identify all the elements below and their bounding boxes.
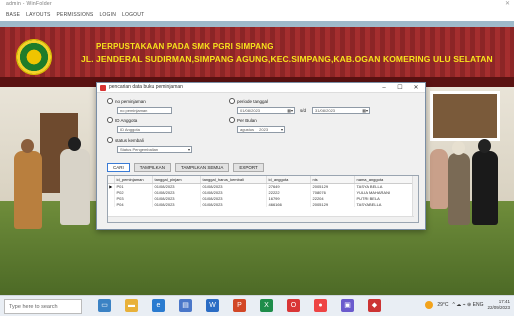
radio-id-anggota[interactable]: ID Anggota [107,117,137,123]
host-menu-base[interactable]: BASE [6,10,20,21]
radio-icon[interactable] [107,137,113,143]
weather-text[interactable]: 29°C [437,302,448,308]
radio-icon[interactable] [107,98,113,104]
column-header[interactable]: nama_anggota [354,176,413,184]
dialog-title-bar[interactable]: pencarian data buku peminjaman – ☐ ✕ [97,83,425,93]
word-icon[interactable]: W [206,299,219,312]
date-separator: s/d [300,108,307,113]
person-figure [472,151,498,225]
host-title-bar: admin - WinFolder ✕ [0,0,514,10]
table-cell[interactable]: P04 [114,201,153,207]
select-value: Status Pengembalian [120,147,159,152]
radio-periode-tanggal[interactable]: periode tanggal [229,98,268,104]
powerpoint-icon[interactable]: P [233,299,246,312]
person-figure [60,149,90,225]
chrome-icon[interactable]: ● [314,299,327,312]
host-menu-layouts[interactable]: LAYOUTS [26,10,50,21]
opera-icon[interactable]: O [287,299,300,312]
calendar-icon: ▦▾ [362,108,368,113]
radio-per-bulan[interactable]: Per Bulan [229,117,257,123]
table-cell[interactable]: 466166 [266,201,311,207]
table-cell[interactable]: 01/08/2023 [152,201,201,207]
radio-label: periode tanggal [237,98,269,104]
month-select[interactable]: agustus 2023 ▾ [237,126,285,133]
host-title: admin - WinFolder [6,1,52,7]
app-icon[interactable]: ▣ [341,299,354,312]
search-dialog: pencarian data buku peminjaman – ☐ ✕ no … [96,82,426,230]
system-tray: 29°C ^ ☁ ⌁ ⊕ ENG 17:41 22/09/2023 [425,299,510,311]
table-cell[interactable]: 2005129 [310,201,355,207]
clock[interactable]: 17:41 22/09/2023 [487,299,510,311]
column-header[interactable]: tanggal_harus_kembali [200,176,267,184]
grid-header-row: id_peminjaman tanggal_pinjam tanggal_har… [108,176,413,184]
radio-no-peminjaman[interactable]: no peminjaman [107,98,146,104]
date-from-picker[interactable]: 01/08/2023 ▦▾ [237,107,295,114]
folder-icon[interactable]: ▬ [125,299,138,312]
host-menu-permissions[interactable]: PERMISSIONS [57,10,94,21]
chevron-down-icon: ▾ [280,127,283,132]
minimize-button[interactable]: – [377,83,391,93]
host-menu-login[interactable]: LOGIN [99,10,116,21]
host-menu-bar: BASE LAYOUTS PERMISSIONS LOGIN LOGOUT [0,10,514,21]
radio-label: Per Bulan [237,117,257,123]
radio-icon[interactable] [107,117,113,123]
column-header[interactable]: id_peminjaman [114,176,153,184]
clock-date: 22/09/2023 [487,305,510,310]
app-icon[interactable]: ◆ [368,299,381,312]
column-header[interactable]: tanggal_pinjam [152,176,201,184]
status-kembali-select[interactable]: Status Pengembalian ▾ [117,146,192,153]
horizontal-scrollbar[interactable] [108,216,414,222]
person-figure [448,153,470,225]
maximize-button[interactable]: ☐ [393,83,407,93]
taskbar-search-input[interactable]: Type here to search [4,299,82,314]
store-icon[interactable]: ▤ [179,299,192,312]
person-figure [14,151,42,229]
year-value: 2023 [259,127,269,132]
table-row[interactable]: P04 01/08/2023 01/08/2023 466166 2005129… [108,201,413,207]
tab-tampilkan-semua[interactable]: TAMPILKAN SEMUA [174,163,230,172]
date-value: 01/08/2023 [240,108,261,113]
tray-icons[interactable]: ^ ☁ ⌁ ⊕ ENG [453,302,484,308]
edge-icon[interactable]: e [152,299,165,312]
dialog-title: pencarian data buku peminjaman [109,84,183,90]
table-cell[interactable]: TASYABELLA [354,201,413,207]
banner-title: PERPUSTAKAAN PADA SMK PGRI SIMPANG [96,42,274,51]
radio-label: status kembali [115,137,144,143]
taskbar: Type here to search ▭ ▬ e ▤ W P X O ● ▣ … [0,295,514,316]
radio-icon[interactable] [229,98,235,104]
date-to-picker[interactable]: 31/08/2023 ▦▾ [312,107,370,114]
calendar-icon: ▦▾ [287,108,293,113]
host-close-icon[interactable]: ✕ [505,0,510,7]
person-figure [430,149,448,209]
action-tabs: CARI TAMPILKAN TAMPILKAN SEMUA EXPORT [107,163,264,172]
radio-status-kembali[interactable]: status kembali [107,137,144,143]
radio-label: no peminjaman [115,98,146,104]
chevron-down-icon: ▾ [187,147,190,152]
column-header[interactable]: nis [310,176,355,184]
school-logo [16,39,52,75]
column-header[interactable]: id_anggota [266,176,311,184]
id-anggota-input[interactable]: ID Anggota [117,126,172,133]
host-menu-logout[interactable]: LOGOUT [122,10,144,21]
tab-tampilkan[interactable]: TAMPILKAN [133,163,171,172]
table-cell[interactable]: 01/08/2023 [200,201,267,207]
tab-export[interactable]: EXPORT [233,163,264,172]
radio-icon[interactable] [229,117,235,123]
excel-icon[interactable]: X [260,299,273,312]
task-view-icon[interactable]: ▭ [98,299,111,312]
close-button[interactable]: ✕ [409,83,423,93]
no-peminjaman-input[interactable]: no peminjaman [117,107,172,114]
results-grid[interactable]: id_peminjaman tanggal_pinjam tanggal_har… [107,175,419,223]
tab-cari[interactable]: CARI [107,163,130,172]
weather-icon [425,301,434,309]
select-value: agustus [240,127,255,132]
radio-label: ID Anggota [115,117,138,123]
banner-subtitle: JL. JENDERAL SUDIRMAN,SIMPANG AGUNG,KEC.… [81,54,493,64]
app-icon [100,85,106,91]
date-value: 31/08/2023 [315,108,336,113]
